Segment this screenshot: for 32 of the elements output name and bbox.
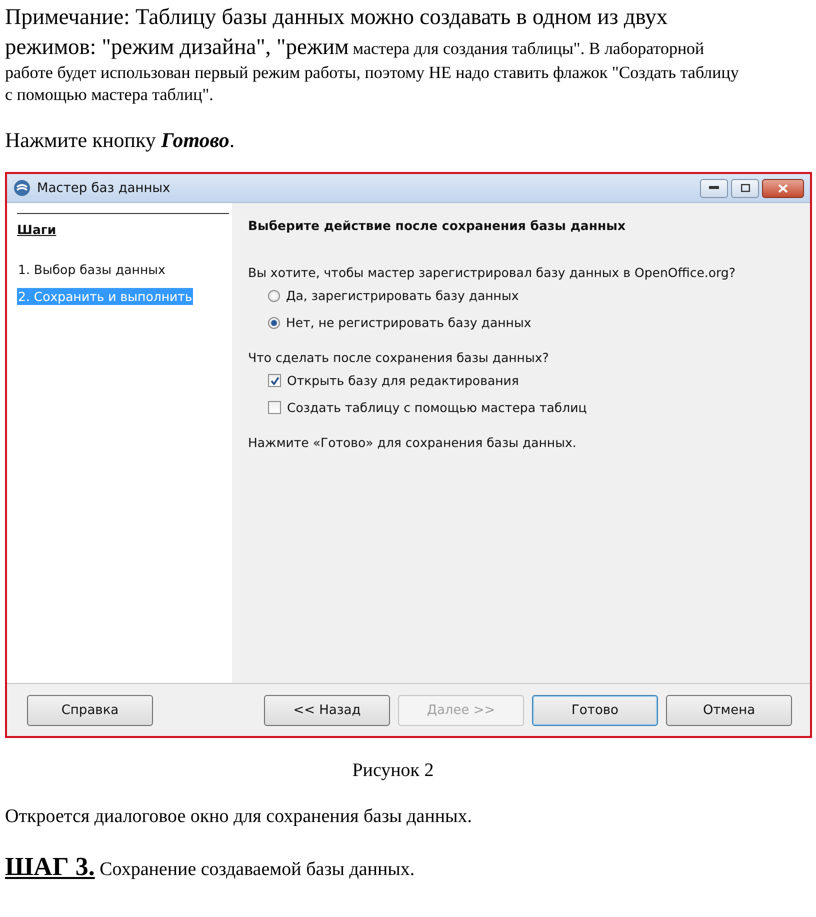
maximize-icon [740, 184, 750, 192]
minimize-button[interactable] [700, 178, 728, 198]
step-heading: ШАГ 3. [5, 852, 95, 881]
app-icon [13, 179, 31, 197]
note-text: Примечание: Таблицу базы данных можно создавать в одном из двух режимов: "режим дизайна", "режим мастера для создания таблицы". В лабораторной работе будет использован первый режим работы, поэтому НЕ надо ставить флажок "Создать таблицу с помощью мастера таблиц". [5, 3, 740, 106]
dialog-button[interactable]: Справка [27, 694, 153, 726]
question-text: Вы хотите, чтобы мастер зарегистрировал базу данных в OpenOffice.org? [248, 265, 736, 280]
radio-label[interactable]: Нет, не регистрировать базу данных [286, 315, 532, 330]
hint-text: Нажмите «Готово» для сохранения базы данных. [248, 435, 576, 450]
checkbox[interactable] [268, 401, 281, 414]
dialog-button[interactable]: Отмена [666, 694, 792, 726]
radio-button[interactable] [268, 316, 280, 328]
checkbox-label[interactable]: Открыть базу для редактирования [287, 373, 519, 388]
dialog-button[interactable]: << Назад [264, 694, 390, 726]
checkbox-label[interactable]: Создать таблицу с помощью мастера таблиц [287, 400, 587, 415]
step-item[interactable]: 1. Выбор базы данных [17, 261, 166, 278]
radio-button[interactable] [268, 290, 280, 302]
instruction-text: Нажмите кнопку Готово. [5, 127, 236, 154]
checkbox[interactable] [268, 374, 281, 387]
window-title: Мастер баз данных [37, 180, 172, 196]
close-icon [778, 184, 788, 192]
question-text: Что сделать после сохранения базы данных? [248, 350, 549, 365]
section-heading: Выберите действие после сохранения базы данных [248, 218, 626, 233]
steps-heading: Шаги [17, 222, 56, 237]
step-text: Сохранение создаваемой базы данных. [100, 859, 415, 880]
minimize-icon [709, 186, 719, 190]
maximize-button[interactable] [731, 178, 759, 198]
figure-caption: Рисунок 2 [352, 760, 434, 781]
paragraph-text: Откроется диалоговое окно для сохранения базы данных. [5, 806, 472, 827]
radio-label[interactable]: Да, зарегистрировать базу данных [286, 288, 519, 303]
close-button[interactable] [762, 178, 804, 198]
dialog-button[interactable]: Готово [532, 694, 658, 726]
